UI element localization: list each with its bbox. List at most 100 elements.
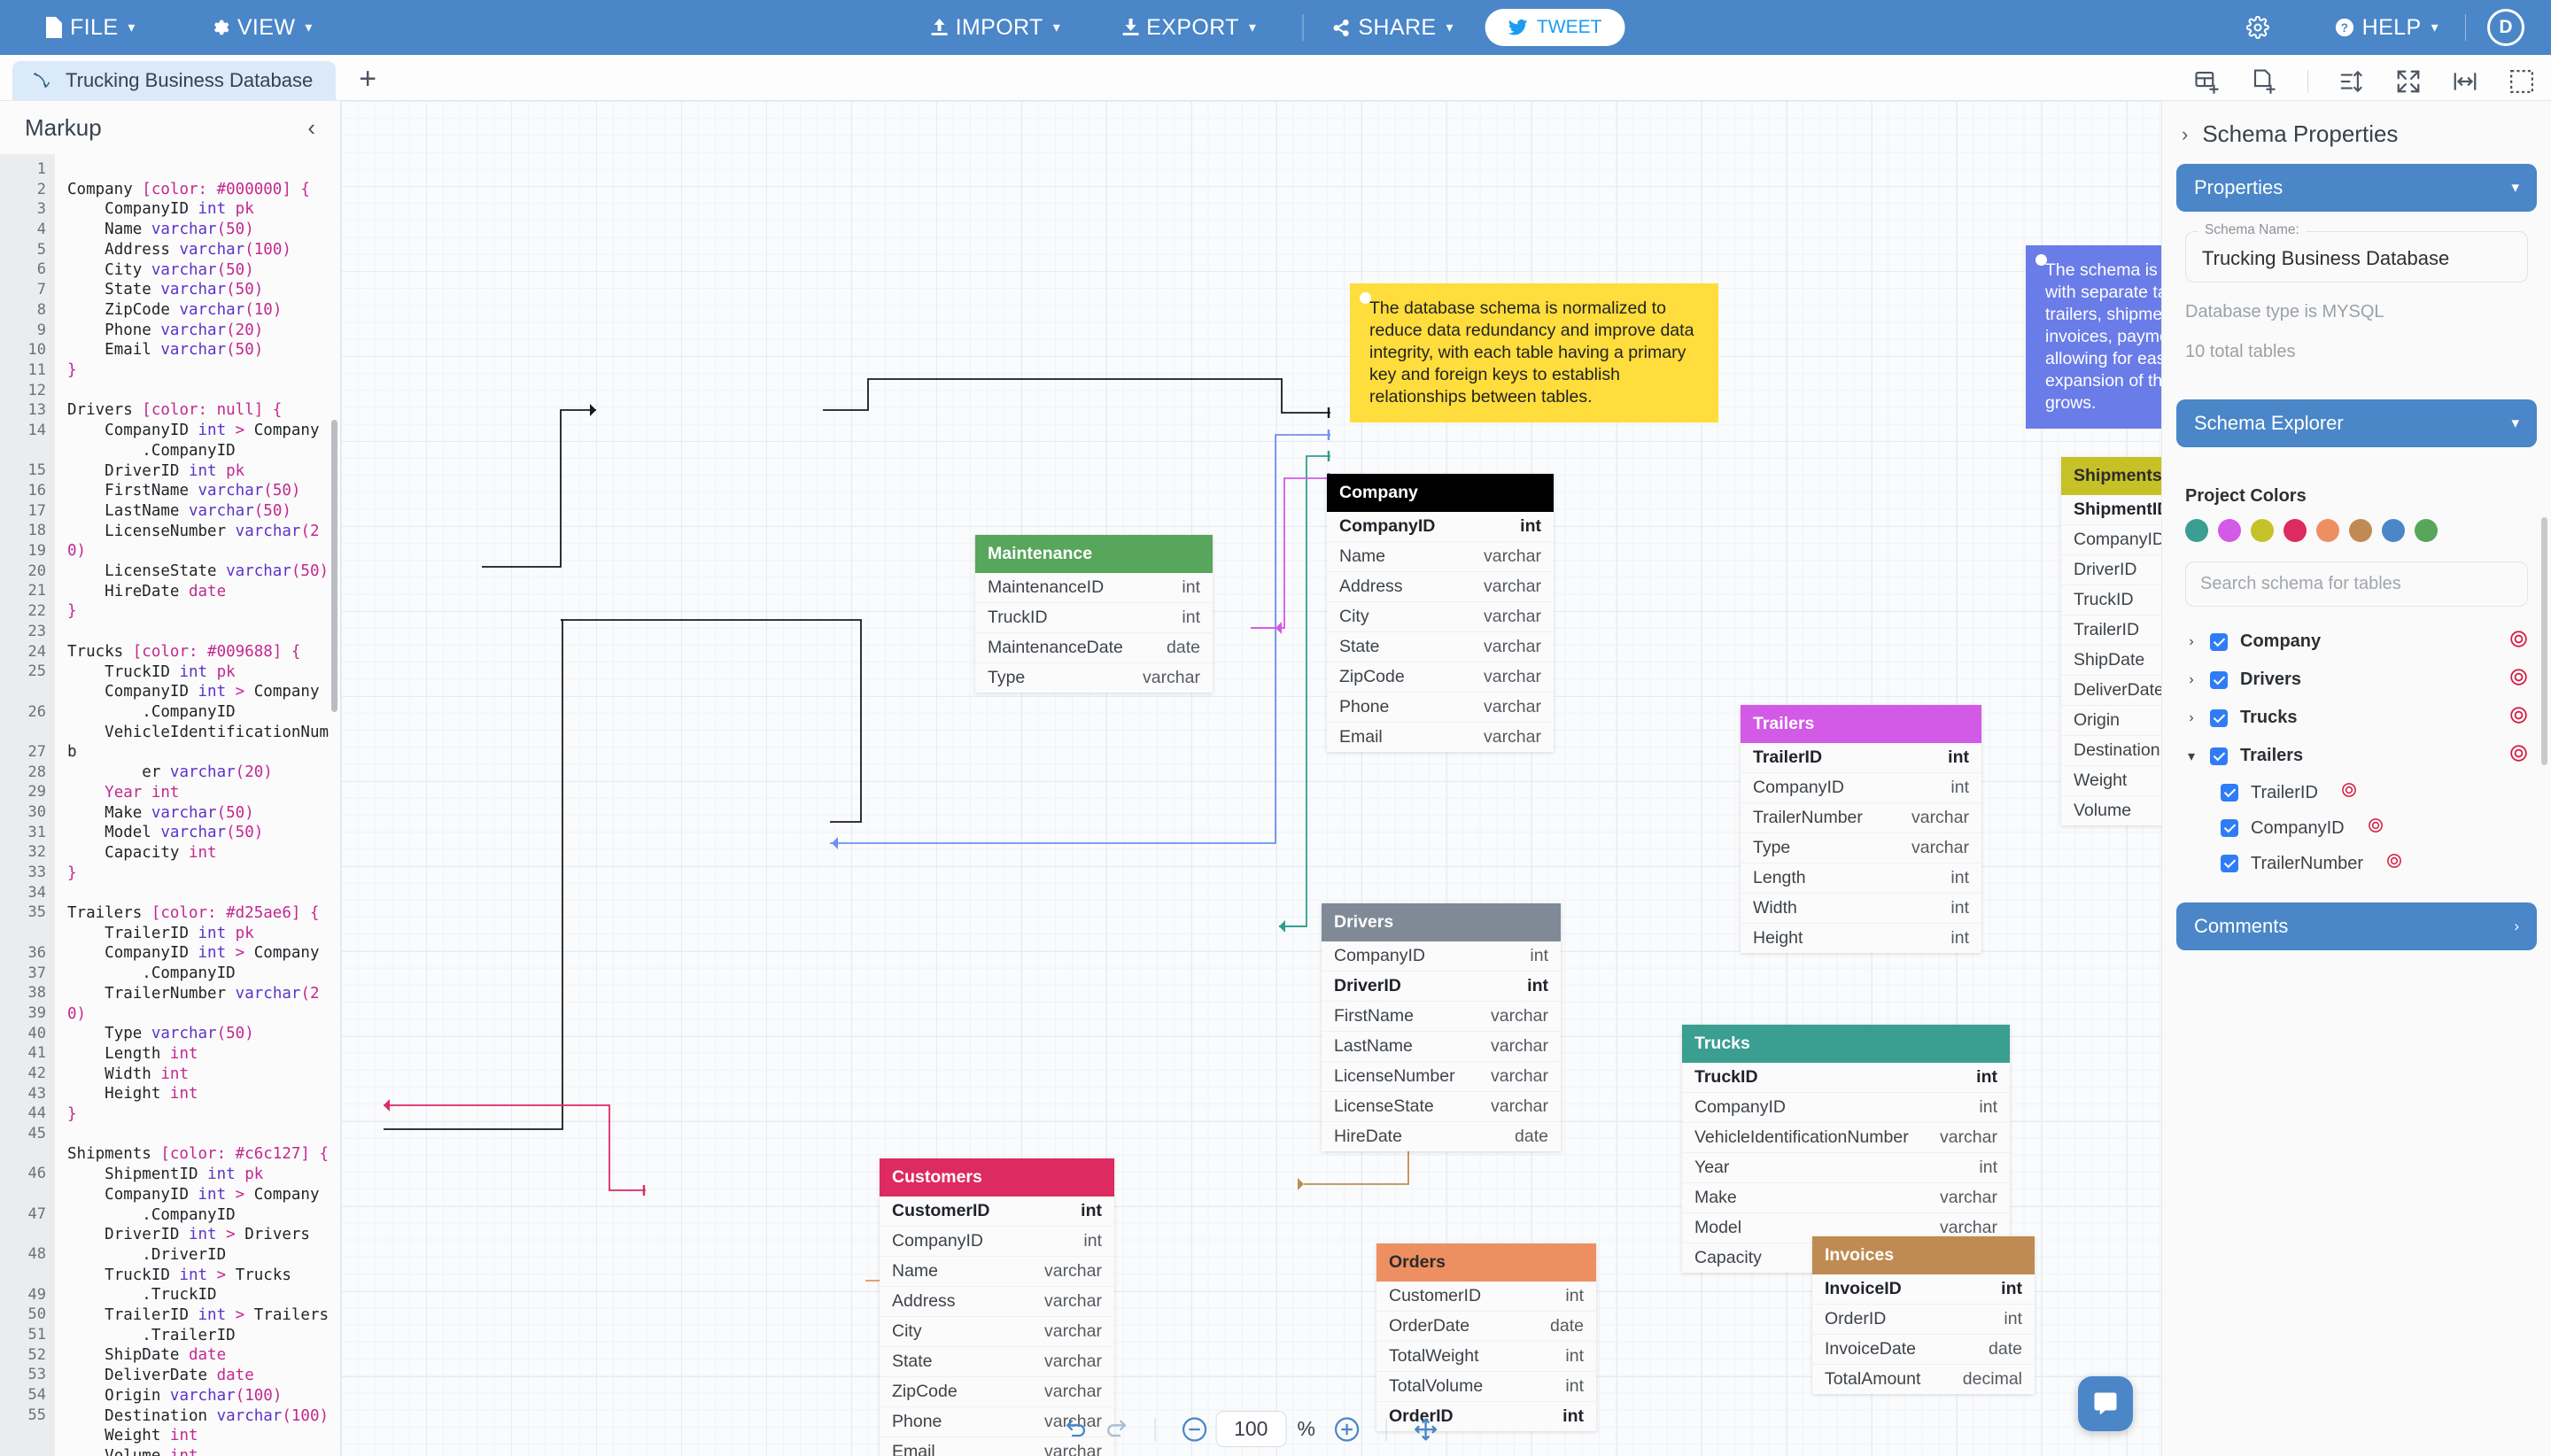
table-field-row[interactable]: City varchar [880, 1317, 1114, 1347]
schema-tree-item-company[interactable]: › Company [2185, 623, 2528, 661]
schema-name-field[interactable]: Schema Name: Trucking Business Database [2185, 222, 2528, 283]
table-field-row[interactable]: Width int [1741, 894, 1981, 924]
table-field-row[interactable]: Name varchar [880, 1257, 1114, 1287]
tweet-button[interactable]: TWEET [1485, 9, 1625, 46]
zoom-in-button[interactable] [1334, 1416, 1361, 1443]
table-field-row[interactable]: Phone varchar [1327, 693, 1554, 723]
table-field-row[interactable]: State varchar [1327, 632, 1554, 662]
er-table-orders[interactable]: Orders CustomerID int OrderDate date TotalWei… [1376, 1243, 1596, 1431]
chevron-down-icon[interactable]: ▾ [2185, 747, 2198, 765]
table-field-row[interactable]: TrailerIDint [2061, 616, 2161, 646]
table-header[interactable]: Company [1327, 474, 1554, 512]
table-field-row[interactable]: TotalAmount decimal [1812, 1365, 2035, 1394]
pan-move-icon[interactable] [1413, 1416, 1439, 1443]
table-field-row[interactable]: CompanyIDint [1327, 512, 1554, 542]
color-swatch[interactable] [2251, 519, 2274, 542]
table-field-row[interactable]: LicenseNumber varchar [1322, 1062, 1561, 1092]
tree-checkbox[interactable] [2221, 855, 2238, 872]
sticky-note[interactable]: The schema is designed to be scalable, w… [2026, 245, 2161, 429]
select-area-icon[interactable] [2508, 68, 2535, 95]
chevron-right-icon[interactable]: › [2185, 672, 2198, 688]
file-menu[interactable]: FILE ▾ [39, 0, 141, 55]
search-schema-input[interactable]: Search schema for tables [2185, 561, 2528, 607]
table-field-row[interactable]: TruckIDint [1682, 1063, 2010, 1093]
chat-support-button[interactable] [2078, 1376, 2133, 1431]
note-handle-dot[interactable] [2035, 254, 2047, 266]
er-table-invoices[interactable]: Invoices InvoiceID int OrderID int InvoiceDat… [1812, 1236, 2035, 1394]
avatar[interactable]: D [2487, 9, 2524, 46]
tree-checkbox[interactable] [2210, 709, 2228, 727]
table-header[interactable]: Trucks [1682, 1025, 2010, 1063]
table-field-row[interactable]: Make varchar [1682, 1183, 2010, 1213]
table-field-row[interactable]: CustomerID int [1376, 1282, 1596, 1312]
table-header[interactable]: Maintenance [975, 535, 1213, 573]
table-field-row[interactable]: Type varchar [1741, 833, 1981, 864]
table-field-row[interactable]: Email varchar [1327, 723, 1554, 752]
table-field-row[interactable]: ShipmentIDint [2061, 495, 2161, 525]
er-table-maintenance[interactable]: Maintenance MaintenanceID int TruckID int Mai… [975, 535, 1213, 693]
tree-checkbox[interactable] [2210, 747, 2228, 765]
table-field-row[interactable]: TruckIDint [2061, 585, 2161, 616]
properties-accordion[interactable]: Properties ▾ [2176, 164, 2537, 212]
table-field-row[interactable]: TrailerNumber varchar [1741, 803, 1981, 833]
table-field-row[interactable]: CompanyIDint [1322, 941, 1561, 972]
color-swatch[interactable] [2283, 519, 2307, 542]
table-field-row[interactable]: Length int [1741, 864, 1981, 894]
zoom-out-button[interactable] [1181, 1416, 1207, 1443]
table-field-row[interactable]: OrderDate date [1376, 1312, 1596, 1342]
table-field-row[interactable]: DriverID int [1322, 972, 1561, 1002]
table-field-row[interactable]: Destinationvarchar [2061, 736, 2161, 766]
tree-checkbox[interactable] [2221, 819, 2238, 837]
er-table-trucks[interactable]: Trucks TruckID int CompanyID int VehicleIdent… [1682, 1025, 2010, 1273]
auto-arrange-icon[interactable] [2338, 68, 2365, 95]
table-field-row[interactable]: CompanyIDint [880, 1227, 1114, 1257]
color-swatch[interactable] [2218, 519, 2241, 542]
table-field-row[interactable]: CompanyIDint [2061, 525, 2161, 555]
diagram-canvas[interactable]: The database schema is normalized to red… [341, 101, 2161, 1456]
table-field-row[interactable]: Height int [1741, 924, 1981, 953]
er-table-trailers[interactable]: Trailers TrailerID int CompanyID int TrailerN… [1741, 705, 1981, 953]
table-field-row[interactable]: ZipCode varchar [880, 1377, 1114, 1407]
note-handle-dot[interactable] [1360, 292, 1371, 304]
table-header[interactable]: Orders [1376, 1243, 1596, 1282]
schema-tree-item-companyid[interactable]: CompanyID [2185, 810, 2528, 846]
target-icon[interactable] [2509, 668, 2528, 692]
color-swatch[interactable] [2349, 519, 2372, 542]
target-icon[interactable] [2341, 782, 2357, 803]
export-menu[interactable]: EXPORT ▾ [1117, 15, 1261, 41]
fullscreen-icon[interactable] [2395, 68, 2422, 95]
table-field-row[interactable]: CompanyIDint [1682, 1093, 2010, 1123]
tree-checkbox[interactable] [2210, 670, 2228, 689]
color-swatch[interactable] [2415, 519, 2438, 542]
undo-icon[interactable] [1063, 1417, 1088, 1442]
table-field-row[interactable]: Name varchar [1327, 542, 1554, 572]
er-table-drivers[interactable]: Drivers CompanyID int DriverID int FirstName v… [1322, 903, 1561, 1151]
table-field-row[interactable]: InvoiceID int [1812, 1274, 2035, 1305]
table-field-row[interactable]: FirstName varchar [1322, 1002, 1561, 1032]
view-menu[interactable]: VIEW ▾ [205, 0, 318, 55]
table-field-row[interactable]: ShipDatedate [2061, 646, 2161, 676]
schema-tree-item-trailernumber[interactable]: TrailerNumber [2185, 846, 2528, 881]
help-menu[interactable]: ? HELP ▾ [2330, 15, 2444, 41]
markup-code-text[interactable]: Company [color: #000000] { CompanyID int… [55, 154, 340, 1456]
zoom-input[interactable]: 100 [1215, 1411, 1287, 1447]
target-icon[interactable] [2509, 744, 2528, 768]
add-tab-button[interactable]: + [359, 62, 376, 97]
table-field-row[interactable]: InvoiceDate date [1812, 1335, 2035, 1365]
tree-checkbox[interactable] [2221, 784, 2238, 802]
table-field-row[interactable]: LicenseState varchar [1322, 1092, 1561, 1122]
table-field-row[interactable]: MaintenanceDate date [975, 633, 1213, 663]
table-field-row[interactable]: MaintenanceID int [975, 573, 1213, 603]
table-field-row[interactable]: DeliverDatedate [2061, 676, 2161, 706]
table-field-row[interactable]: CustomerID int [880, 1197, 1114, 1227]
add-note-icon[interactable] [2251, 68, 2277, 95]
table-field-row[interactable]: HireDate date [1322, 1122, 1561, 1151]
import-menu[interactable]: IMPORT ▾ [927, 15, 1066, 41]
fit-width-icon[interactable] [2452, 68, 2478, 95]
share-menu[interactable]: SHARE ▾ [1326, 15, 1459, 41]
schema-explorer-accordion[interactable]: Schema Explorer ▾ [2176, 399, 2537, 447]
target-icon[interactable] [2509, 706, 2528, 730]
table-header[interactable]: Shipments [2061, 457, 2161, 495]
schema-tree-item-trailers[interactable]: ▾ Trailers [2185, 737, 2528, 775]
table-field-row[interactable]: CompanyIDint [1741, 773, 1981, 803]
